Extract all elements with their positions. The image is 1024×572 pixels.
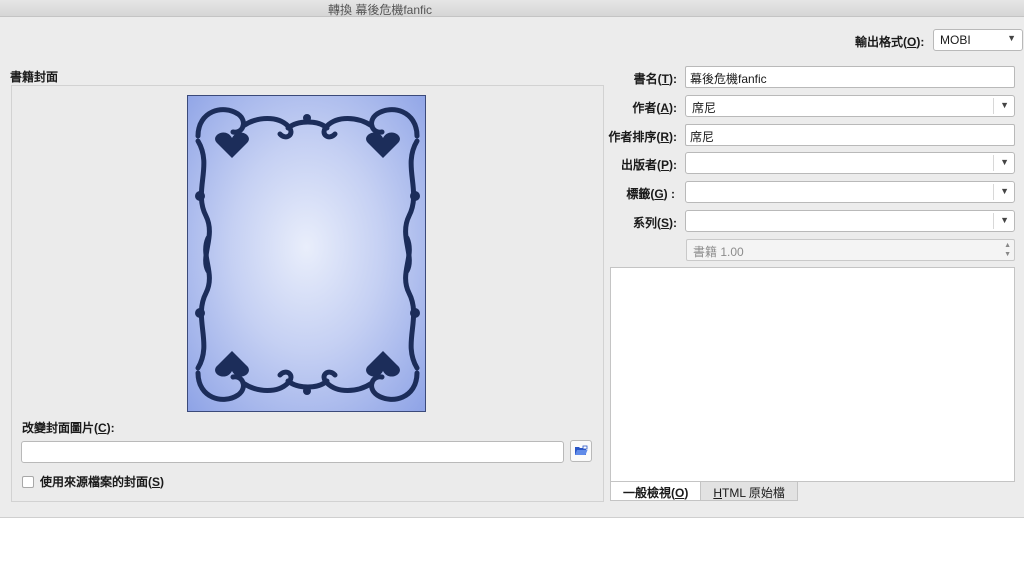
series-combo[interactable]: ▼ [685,210,1015,232]
chevron-down-icon: ▼ [1007,33,1016,43]
change-cover-label: 改變封面圖片(C): [22,421,115,435]
author-combo[interactable]: 席尼 ▼ [685,95,1015,117]
tab-normal-view[interactable]: 一般檢視(O) [610,482,702,501]
author-sort-input[interactable]: 席尼 [685,124,1015,146]
chevron-down-icon[interactable]: ▼ [1000,215,1009,225]
use-source-cover-checkbox[interactable] [22,475,34,488]
author-sort-label: 作者排序(R): [608,130,677,144]
spin-up-icon[interactable]: ▲ [1004,241,1011,250]
tags-label: 標籤(G) : [626,187,675,201]
chevron-down-icon[interactable]: ▼ [1000,100,1009,110]
series-index-spinbox[interactable]: 書籍 1.00 ▲ ▼ [686,239,1015,261]
comments-editor[interactable] [610,267,1015,482]
output-format-select[interactable]: MOBI ▼ [933,29,1023,51]
series-index-value: 書籍 1.00 [693,245,744,259]
window-titlebar: 轉換 幕後危機fanfic [0,0,1024,17]
spin-down-icon[interactable]: ▼ [1004,250,1011,259]
series-label: 系列(S): [632,216,677,230]
use-source-cover-label: 使用來源檔案的封面(S) [40,475,165,489]
bottom-panel [0,517,1024,572]
publisher-combo[interactable]: ▼ [685,152,1015,174]
browse-cover-button[interactable] [570,440,592,462]
author-label: 作者(A): [632,101,677,115]
cover-image [187,95,426,412]
output-format-value: MOBI [940,33,971,47]
tags-combo[interactable]: ▼ [685,181,1015,203]
output-format-label: 輸出格式(O): [855,35,925,49]
chevron-down-icon[interactable]: ▼ [1000,186,1009,196]
author-value: 席尼 [692,101,717,115]
folder-open-icon [575,445,588,455]
use-source-cover-row[interactable]: 使用來源檔案的封面(S) [22,473,164,490]
tab-html-source[interactable]: HTML 原始檔 [700,482,798,501]
cover-ornament-frame [195,107,420,402]
chevron-down-icon[interactable]: ▼ [1000,157,1009,167]
title-input[interactable]: 幕後危機fanfic [685,66,1015,88]
title-label: 書名(T): [633,72,677,86]
window-title: 轉換 幕後危機fanfic [327,3,433,17]
publisher-label: 出版者(P): [620,158,677,172]
comments-tabs: 一般檢視(O) HTML 原始檔 [610,482,798,501]
cover-section-title: 書籍封面 [10,70,59,84]
cover-path-input[interactable] [21,441,564,463]
spin-arrows[interactable]: ▲ ▼ [1004,241,1011,259]
